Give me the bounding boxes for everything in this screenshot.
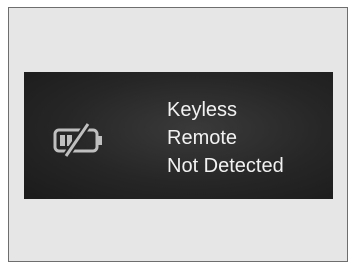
remote-battery-crossed-icon — [52, 122, 114, 158]
message-line-3: Not Detected — [167, 155, 284, 177]
warning-message: Keyless Remote Not Detected — [167, 96, 284, 180]
instrument-display: Keyless Remote Not Detected — [24, 72, 333, 199]
message-line-2: Remote — [167, 127, 238, 149]
message-line-1: Keyless — [167, 99, 238, 121]
